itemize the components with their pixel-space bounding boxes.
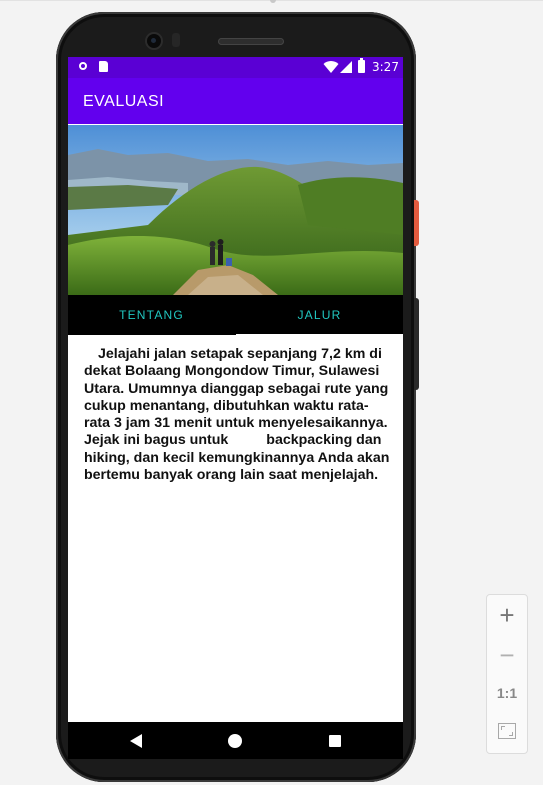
- front-camera-icon: [147, 34, 161, 48]
- app-bar: EVALUASI: [68, 78, 403, 124]
- earpiece-speaker: [218, 38, 284, 45]
- back-icon[interactable]: [130, 734, 142, 748]
- volume-button[interactable]: [414, 298, 419, 390]
- notification-dot-icon: [79, 62, 87, 70]
- signal-icon: [340, 61, 352, 73]
- hero-landscape-image: [68, 125, 403, 295]
- wifi-icon: [323, 61, 339, 73]
- status-bar: 3:27: [68, 57, 403, 78]
- tab-jalur[interactable]: JALUR: [236, 295, 403, 335]
- actual-size-button[interactable]: 1:1: [487, 675, 527, 711]
- zoom-controls: + − 1:1: [486, 594, 528, 754]
- navigation-bar: [68, 722, 403, 759]
- recents-icon[interactable]: [329, 735, 341, 747]
- device-screen: 3:27 EVALUASI TENTANG JALUR Jelajahi jal…: [68, 57, 403, 759]
- power-button[interactable]: [414, 200, 419, 246]
- battery-icon: [358, 58, 365, 73]
- trail-description: Jelajahi jalan setapak sepanjang 7,2 km …: [84, 346, 390, 484]
- tab-bar: TENTANG JALUR: [68, 295, 403, 335]
- fit-screen-icon: [498, 723, 516, 739]
- top-resize-handle[interactable]: [270, 0, 276, 3]
- tab-indicator: [236, 334, 403, 336]
- home-icon[interactable]: [228, 734, 242, 748]
- page-title: EVALUASI: [83, 93, 165, 110]
- zoom-in-button[interactable]: +: [487, 597, 527, 633]
- sd-card-icon: [99, 61, 108, 72]
- zoom-out-button[interactable]: −: [487, 637, 527, 673]
- status-time: 3:27: [372, 60, 399, 74]
- tab-tentang[interactable]: TENTANG: [68, 295, 235, 335]
- proximity-sensor: [172, 33, 180, 47]
- fit-screen-button[interactable]: [487, 713, 527, 749]
